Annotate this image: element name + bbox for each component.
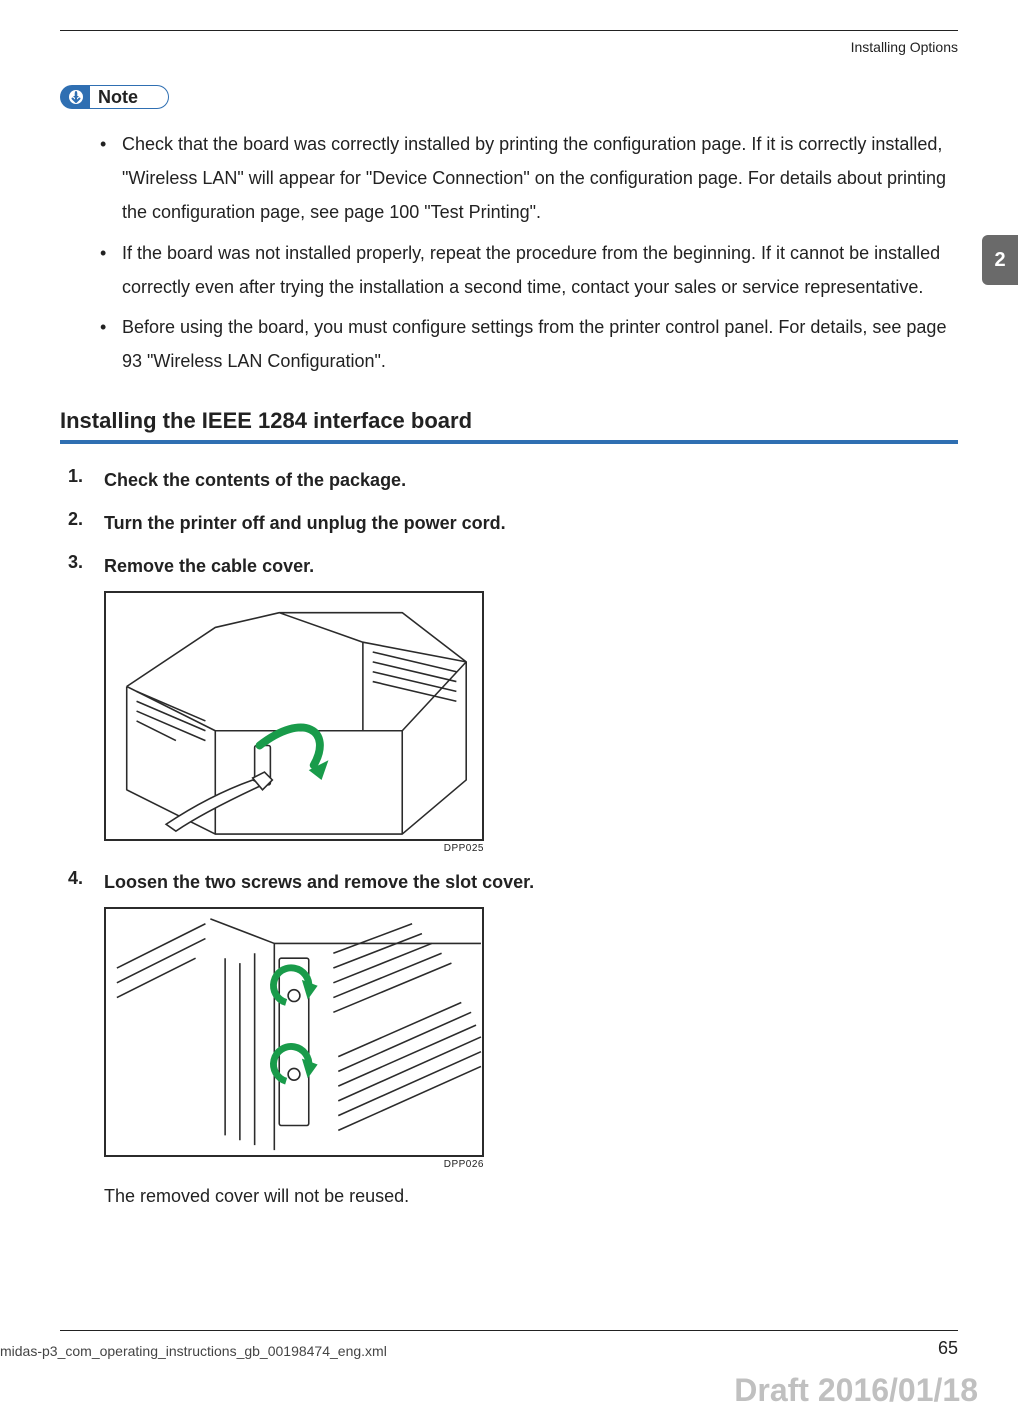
figure-illustration	[104, 591, 484, 841]
figure-illustration	[104, 907, 484, 1157]
step-head: Loosen the two screws and remove the slo…	[104, 868, 958, 897]
note-item: If the board was not installed properly,…	[100, 236, 958, 304]
step-body: The removed cover will not be reused.	[104, 1180, 958, 1212]
step-list: Check the contents of the package. Turn …	[68, 466, 958, 1212]
page-number: 65	[938, 1338, 958, 1359]
step-head: Remove the cable cover.	[104, 552, 958, 581]
step-head: Turn the printer off and unplug the powe…	[104, 509, 958, 538]
step-item: Turn the printer off and unplug the powe…	[68, 509, 958, 538]
section-title: Installing the IEEE 1284 interface board	[60, 408, 958, 444]
footer-filename: midas-p3_com_operating_instructions_gb_0…	[0, 1343, 387, 1359]
header-rule	[60, 30, 958, 31]
figure: DPP026	[104, 907, 484, 1170]
step-item: Remove the cable cover.	[68, 552, 958, 854]
figure: DPP025	[104, 591, 484, 854]
chapter-tab: 2	[982, 235, 1018, 285]
draft-stamp: Draft 2016/01/18	[734, 1372, 978, 1409]
note-arrow-icon	[60, 85, 90, 109]
step-item: Check the contents of the package.	[68, 466, 958, 495]
running-head: Installing Options	[60, 39, 958, 55]
note-item: Before using the board, you must configu…	[100, 310, 958, 378]
note-label: Note	[90, 85, 169, 109]
note-list: Check that the board was correctly insta…	[100, 127, 958, 378]
note-item: Check that the board was correctly insta…	[100, 127, 958, 230]
step-head: Check the contents of the package.	[104, 466, 958, 495]
figure-caption: DPP026	[104, 1159, 484, 1170]
step-item: Loosen the two screws and remove the slo…	[68, 868, 958, 1212]
note-callout: Note	[60, 85, 169, 109]
figure-caption: DPP025	[104, 843, 484, 854]
footer-rule	[60, 1330, 958, 1331]
